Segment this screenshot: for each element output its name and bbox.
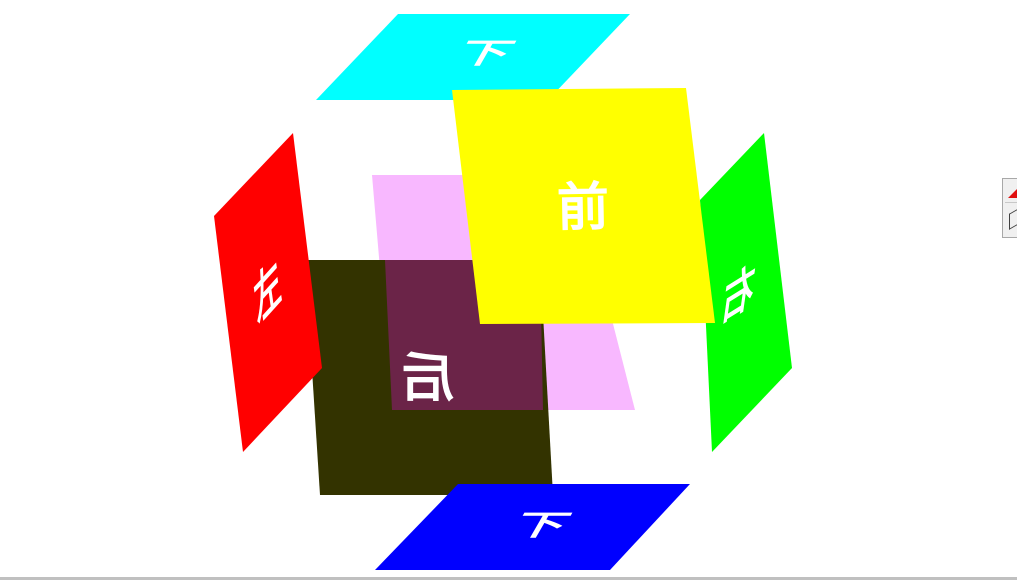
side-toolbox[interactable]	[1002, 178, 1017, 238]
cube-outline-icon[interactable]	[1005, 207, 1017, 231]
cube-viewport[interactable]: 后 下 左 右 前 下	[0, 0, 1017, 580]
face-front-label: 前	[556, 178, 609, 239]
red-triangle-icon[interactable]	[1005, 182, 1017, 203]
cube-drawing[interactable]: 后 下 左 右 前 下	[0, 0, 1017, 580]
face-back-label: 后	[402, 349, 454, 409]
face-back-label-group: 后	[402, 349, 454, 409]
